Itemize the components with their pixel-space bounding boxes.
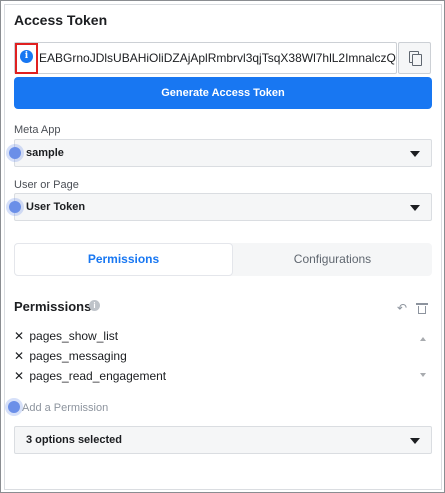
tab-configurations[interactable]: Configurations bbox=[233, 243, 432, 276]
help-icon[interactable]: i bbox=[89, 300, 100, 311]
cursor-marker bbox=[8, 401, 20, 413]
permission-name: pages_messaging bbox=[29, 349, 127, 363]
meta-app-label: Meta App bbox=[14, 124, 61, 136]
access-token-value[interactable]: EABGrnoJDlsUBAHiOliDZAjAplRmbrvl3qjTsqX3… bbox=[39, 51, 396, 65]
remove-permission-icon[interactable]: ✕ bbox=[14, 329, 26, 343]
permission-name: pages_show_list bbox=[29, 329, 119, 343]
add-permission-input[interactable]: Add a Permission bbox=[22, 402, 108, 414]
chevron-down-icon bbox=[410, 151, 420, 157]
copy-icon-front bbox=[412, 54, 422, 66]
scroll-up-icon[interactable] bbox=[420, 337, 426, 341]
user-or-page-label: User or Page bbox=[14, 179, 79, 191]
permissions-options-select[interactable]: 3 options selected bbox=[14, 426, 432, 454]
cursor-marker bbox=[9, 147, 21, 159]
remove-permission-icon[interactable]: ✕ bbox=[14, 369, 26, 383]
tab-bar: Permissions Configurations bbox=[14, 243, 432, 276]
permission-item: ✕ pages_read_engagement bbox=[14, 369, 166, 383]
tab-permissions[interactable]: Permissions bbox=[14, 243, 233, 276]
trash-icon[interactable] bbox=[416, 303, 428, 314]
permissions-title: Permissions bbox=[14, 299, 92, 314]
undo-icon[interactable]: ↶ bbox=[397, 302, 407, 314]
permission-item: ✕ pages_show_list bbox=[14, 329, 118, 343]
access-token-title: Access Token bbox=[14, 12, 108, 28]
user-or-page-select[interactable]: User Token bbox=[14, 193, 432, 221]
cursor-marker bbox=[9, 201, 21, 213]
info-icon-highlight bbox=[15, 43, 38, 74]
chevron-down-icon bbox=[410, 205, 420, 211]
access-token-field[interactable]: EABGrnoJDlsUBAHiOliDZAjAplRmbrvl3qjTsqX3… bbox=[14, 42, 397, 74]
meta-app-value: sample bbox=[26, 147, 64, 159]
meta-app-select[interactable]: sample bbox=[14, 139, 432, 167]
user-or-page-value: User Token bbox=[26, 201, 86, 213]
options-selected-value: 3 options selected bbox=[26, 434, 122, 446]
permission-list: ✕ pages_show_list ✕ pages_messaging ✕ pa… bbox=[14, 324, 432, 384]
remove-permission-icon[interactable]: ✕ bbox=[14, 349, 26, 363]
permission-name: pages_read_engagement bbox=[29, 369, 167, 383]
scroll-down-icon[interactable] bbox=[420, 373, 426, 377]
generate-access-token-button[interactable]: Generate Access Token bbox=[14, 77, 432, 109]
chevron-down-icon bbox=[410, 438, 420, 444]
permission-item: ✕ pages_messaging bbox=[14, 349, 127, 363]
copy-token-button[interactable] bbox=[398, 42, 431, 74]
